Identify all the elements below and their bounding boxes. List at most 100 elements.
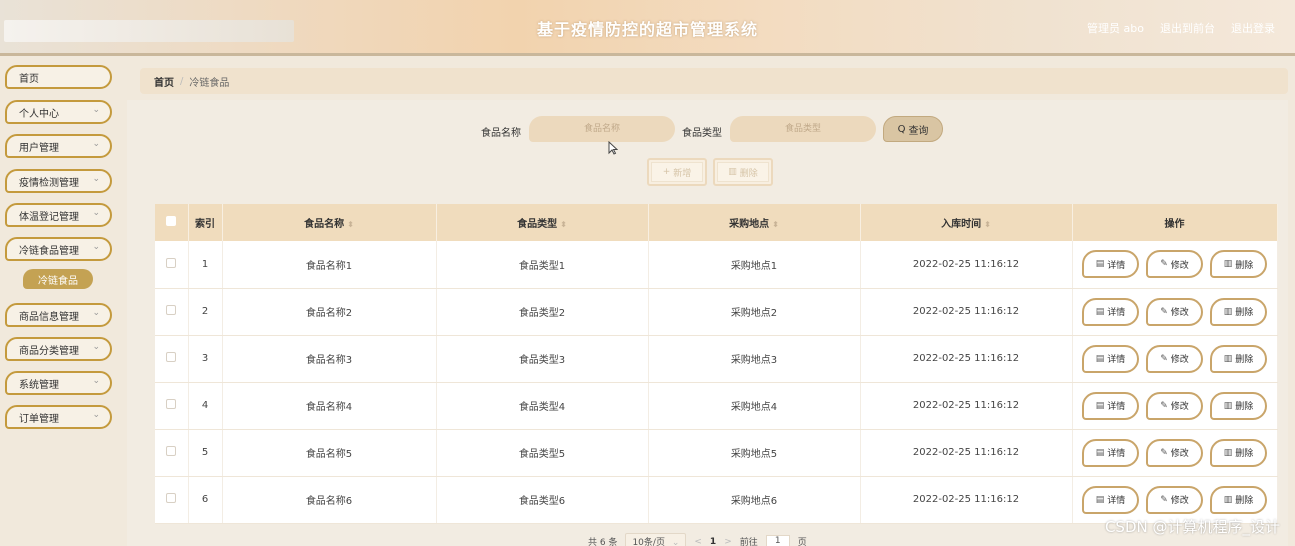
sidebar-item[interactable]: 冷链食品管理 ⌄ — [5, 237, 112, 261]
breadcrumb-home[interactable]: 首页 — [154, 74, 174, 89]
row-operations: ▤ 详情 ✎ 修改 ▥ 删除 — [1073, 297, 1277, 326]
food-name-label: 食品名称 — [481, 128, 521, 139]
edit-icon: ✎ — [1160, 494, 1168, 505]
delete-button[interactable]: ▥ 删除 — [1210, 391, 1267, 420]
chevron-down-icon: ⌄ — [92, 410, 100, 420]
cell-purchase-place: 采购地点2 — [648, 288, 861, 336]
sort-icon[interactable]: ⬍ — [560, 220, 567, 229]
row-checkbox[interactable] — [166, 446, 177, 456]
sidebar-item[interactable]: 用户管理 ⌄ — [5, 134, 112, 158]
edit-button[interactable]: ✎ 修改 — [1146, 344, 1203, 373]
chevron-down-icon: ⌄ — [92, 342, 100, 352]
detail-button[interactable]: ▤ 详情 — [1082, 250, 1139, 279]
edit-button[interactable]: ✎ 修改 — [1146, 485, 1203, 514]
header-storage-time[interactable]: 入库时间 ⬍ — [860, 204, 1073, 241]
next-page-button[interactable]: > — [724, 537, 732, 546]
cell-index: 3 — [188, 335, 223, 383]
cell-index: 2 — [188, 288, 223, 336]
sort-icon[interactable]: ⬍ — [984, 220, 991, 229]
batch-delete-button[interactable]: ▥ 删除 — [713, 158, 773, 186]
edit-button[interactable]: ✎ 修改 — [1146, 297, 1203, 326]
plus-icon: + — [662, 167, 671, 177]
row-checkbox[interactable] — [166, 493, 177, 503]
current-page[interactable]: 1 — [710, 537, 716, 546]
logout-link[interactable]: 退出登录 — [1231, 20, 1275, 36]
header-food-type[interactable]: 食品类型 ⬍ — [436, 204, 649, 241]
add-button[interactable]: + 新增 — [647, 158, 707, 186]
select-all-cell — [155, 204, 189, 241]
query-button[interactable]: Q 查询 — [883, 116, 943, 142]
cell-select — [155, 429, 189, 477]
food-type-input[interactable] — [730, 116, 876, 142]
detail-button[interactable]: ▤ 详情 — [1082, 485, 1139, 514]
delete-button[interactable]: ▥ 删除 — [1210, 297, 1267, 326]
edit-button[interactable]: ✎ 修改 — [1146, 438, 1203, 467]
sidebar-item[interactable]: 首页 — [5, 65, 112, 89]
row-checkbox[interactable] — [166, 257, 177, 268]
sidebar-item[interactable]: 订单管理 ⌄ — [5, 405, 112, 429]
watermark: CSDN @计算机程序_设计 — [1104, 518, 1280, 536]
detail-button[interactable]: ▤ 详情 — [1082, 438, 1139, 467]
sidebar-item[interactable]: 商品分类管理 ⌄ — [5, 337, 112, 361]
sidebar-item-label: 系统管理 — [19, 379, 59, 391]
sidebar-item[interactable]: 系统管理 ⌄ — [5, 371, 112, 395]
prev-page-button[interactable]: < — [694, 537, 702, 546]
edit-label: 修改 — [1170, 402, 1189, 412]
row-checkbox[interactable] — [166, 399, 177, 409]
sidebar-item[interactable]: 商品信息管理 ⌄ — [5, 303, 112, 327]
cell-food-type: 食品类型6 — [436, 476, 649, 524]
food-type-label: 食品类型 — [682, 128, 722, 139]
detail-button[interactable]: ▤ 详情 — [1082, 344, 1139, 373]
delete-button[interactable]: ▥ 删除 — [1210, 344, 1267, 373]
cell-select — [155, 288, 189, 336]
edit-label: 修改 — [1170, 260, 1189, 271]
page-size-select[interactable]: 10条/页 ⌄ — [625, 533, 687, 546]
edit-button[interactable]: ✎ 修改 — [1146, 391, 1203, 420]
to-front-link[interactable]: 退出到前台 — [1160, 20, 1215, 36]
sort-icon[interactable]: ⬍ — [772, 220, 779, 229]
query-label: 查询 — [908, 125, 929, 137]
chevron-down-icon: ⌄ — [92, 376, 100, 386]
delete-button[interactable]: ▥ 删除 — [1210, 250, 1267, 279]
sidebar-subitem-cold-chain-food[interactable]: 冷链食品 — [23, 269, 93, 289]
table-row: 1 食品名称1 食品类型1 采购地点1 2022-02-25 11:16:12 ▤ 详情 ✎ 修… — [155, 241, 1278, 289]
goto-page-input[interactable]: 1 — [765, 534, 790, 546]
cell-food-name: 食品名称4 — [222, 382, 437, 430]
sidebar-item[interactable]: 体温登记管理 ⌄ — [5, 203, 112, 227]
trash-icon: ▥ — [1223, 306, 1233, 317]
delete-label: 删除 — [1235, 496, 1254, 506]
cell-food-type: 食品类型2 — [436, 288, 649, 336]
delete-label: 删除 — [1235, 355, 1254, 365]
sidebar-item[interactable]: 个人中心 ⌄ — [5, 100, 112, 124]
detail-label: 详情 — [1107, 496, 1126, 506]
edit-icon: ✎ — [1160, 259, 1168, 270]
cell-storage-time: 2022-02-25 11:16:12 — [860, 335, 1073, 383]
row-checkbox[interactable] — [166, 305, 177, 315]
header-purchase-place[interactable]: 采购地点 ⬍ — [648, 204, 861, 241]
sidebar-item[interactable]: 疫情检测管理 ⌄ — [5, 169, 112, 193]
select-all-checkbox[interactable] — [166, 216, 177, 226]
detail-button[interactable]: ▤ 详情 — [1082, 391, 1139, 420]
cell-storage-time: 2022-02-25 11:16:12 — [860, 429, 1073, 477]
pagination: 共 6 条 10条/页 ⌄ < 1 > 前往 1 页 — [588, 533, 807, 546]
cell-food-name: 食品名称5 — [222, 429, 437, 477]
chevron-down-icon: ⌄ — [671, 538, 680, 546]
edit-button[interactable]: ✎ 修改 — [1146, 250, 1203, 279]
trash-icon: ▥ — [1223, 259, 1233, 270]
food-name-input[interactable] — [529, 116, 675, 142]
delete-button[interactable]: ▥ 删除 — [1210, 438, 1267, 467]
sort-icon[interactable]: ⬍ — [347, 220, 354, 229]
header-food-name[interactable]: 食品名称 ⬍ — [222, 204, 437, 241]
detail-button[interactable]: ▤ 详情 — [1082, 297, 1139, 326]
cell-index: 1 — [188, 241, 223, 289]
sidebar-item-label: 订单管理 — [19, 413, 59, 425]
breadcrumb-separator: / — [180, 75, 184, 87]
table-header-row: 索引 食品名称 ⬍ 食品类型 ⬍ 采购地点 ⬍ 入库时间 ⬍ 操作 — [155, 204, 1278, 241]
row-checkbox[interactable] — [166, 352, 177, 362]
table-row: 4 食品名称4 食品类型4 采购地点4 2022-02-25 11:16:12 ▤ 详情 ✎ 修… — [155, 382, 1278, 430]
detail-icon: ▤ — [1095, 353, 1105, 364]
cell-index: 6 — [188, 476, 223, 524]
detail-icon: ▤ — [1095, 259, 1105, 270]
sidebar-item-label: 商品分类管理 — [19, 345, 79, 357]
delete-button[interactable]: ▥ 删除 — [1210, 485, 1267, 514]
